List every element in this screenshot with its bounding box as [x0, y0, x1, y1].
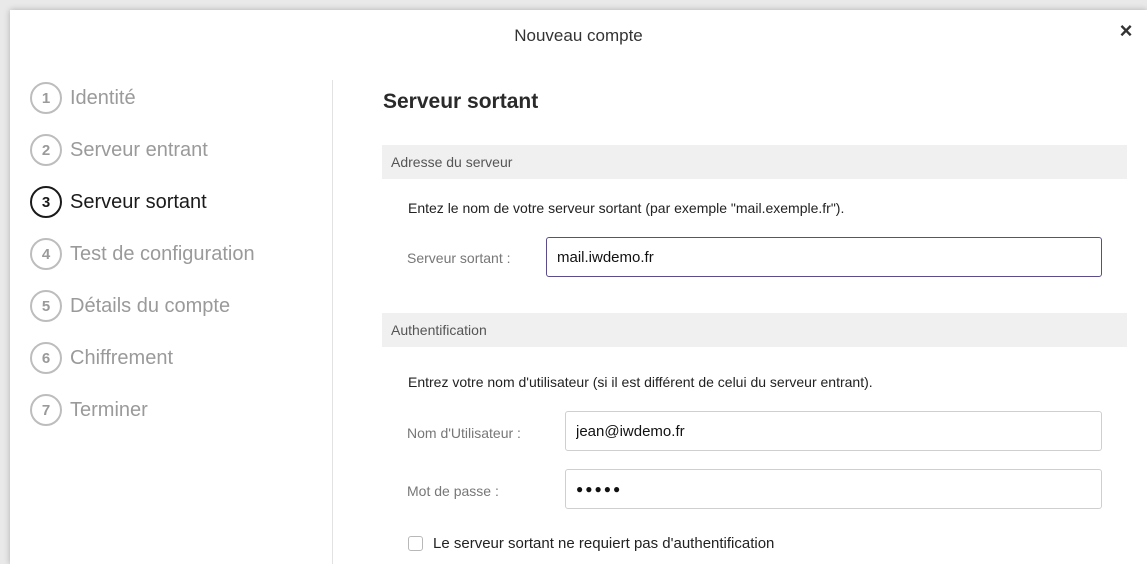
step-incoming-server: 2 Serveur entrant	[30, 132, 330, 168]
dialog-title: Nouveau compte	[514, 26, 643, 45]
step-finish: 7 Terminer	[30, 392, 330, 428]
step-label: Chiffrement	[70, 346, 174, 369]
step-configuration-test: 4 Test de configuration	[30, 236, 330, 272]
step-label: Détails du compte	[70, 294, 231, 317]
step-outgoing-server: 3 Serveur sortant	[30, 184, 330, 220]
step-label: Serveur sortant	[70, 190, 207, 213]
password-label: Mot de passe :	[407, 483, 499, 499]
username-label: Nom d'Utilisateur :	[407, 425, 521, 441]
authentication-description: Entrez votre nom d'utilisateur (si il es…	[408, 374, 873, 390]
step-number-badge: 7	[30, 394, 62, 426]
no-auth-label[interactable]: Le serveur sortant ne requiert pas d'aut…	[433, 535, 774, 552]
close-icon[interactable]: ×	[1115, 20, 1137, 42]
step-number-badge: 4	[30, 238, 62, 270]
authentication-section-header: Authentification	[382, 313, 1127, 347]
step-label: Terminer	[70, 398, 148, 421]
step-identity: 1 Identité	[30, 80, 330, 116]
step-number-badge: 5	[30, 290, 62, 322]
step-number-badge: 1	[30, 82, 62, 114]
server-address-section-header: Adresse du serveur	[382, 145, 1127, 179]
username-input[interactable]	[565, 411, 1102, 451]
wizard-steps: 1 Identité 2 Serveur entrant 3 Serveur s…	[10, 80, 333, 564]
step-number-badge: 2	[30, 134, 62, 166]
new-account-dialog: Nouveau compte × 1 Identité 2 Serveur en…	[10, 10, 1147, 564]
step-label: Serveur entrant	[70, 138, 208, 161]
server-address-description: Entez le nom de votre serveur sortant (p…	[408, 200, 845, 216]
title-bar: Nouveau compte ×	[10, 10, 1147, 62]
password-input[interactable]	[565, 469, 1102, 509]
page-title: Serveur sortant	[383, 90, 539, 113]
no-auth-checkbox[interactable]	[408, 536, 423, 551]
step-number-badge: 3	[30, 186, 62, 218]
section-title: Authentification	[391, 322, 487, 338]
outgoing-server-label: Serveur sortant :	[407, 250, 511, 266]
step-encryption: 6 Chiffrement	[30, 340, 330, 376]
step-account-details: 5 Détails du compte	[30, 288, 330, 324]
no-auth-option[interactable]: Le serveur sortant ne requiert pas d'aut…	[408, 535, 774, 552]
step-label: Identité	[70, 86, 136, 109]
section-title: Adresse du serveur	[391, 154, 513, 170]
step-number-badge: 6	[30, 342, 62, 374]
step-label: Test de configuration	[70, 242, 255, 265]
outgoing-server-input[interactable]	[546, 237, 1102, 277]
